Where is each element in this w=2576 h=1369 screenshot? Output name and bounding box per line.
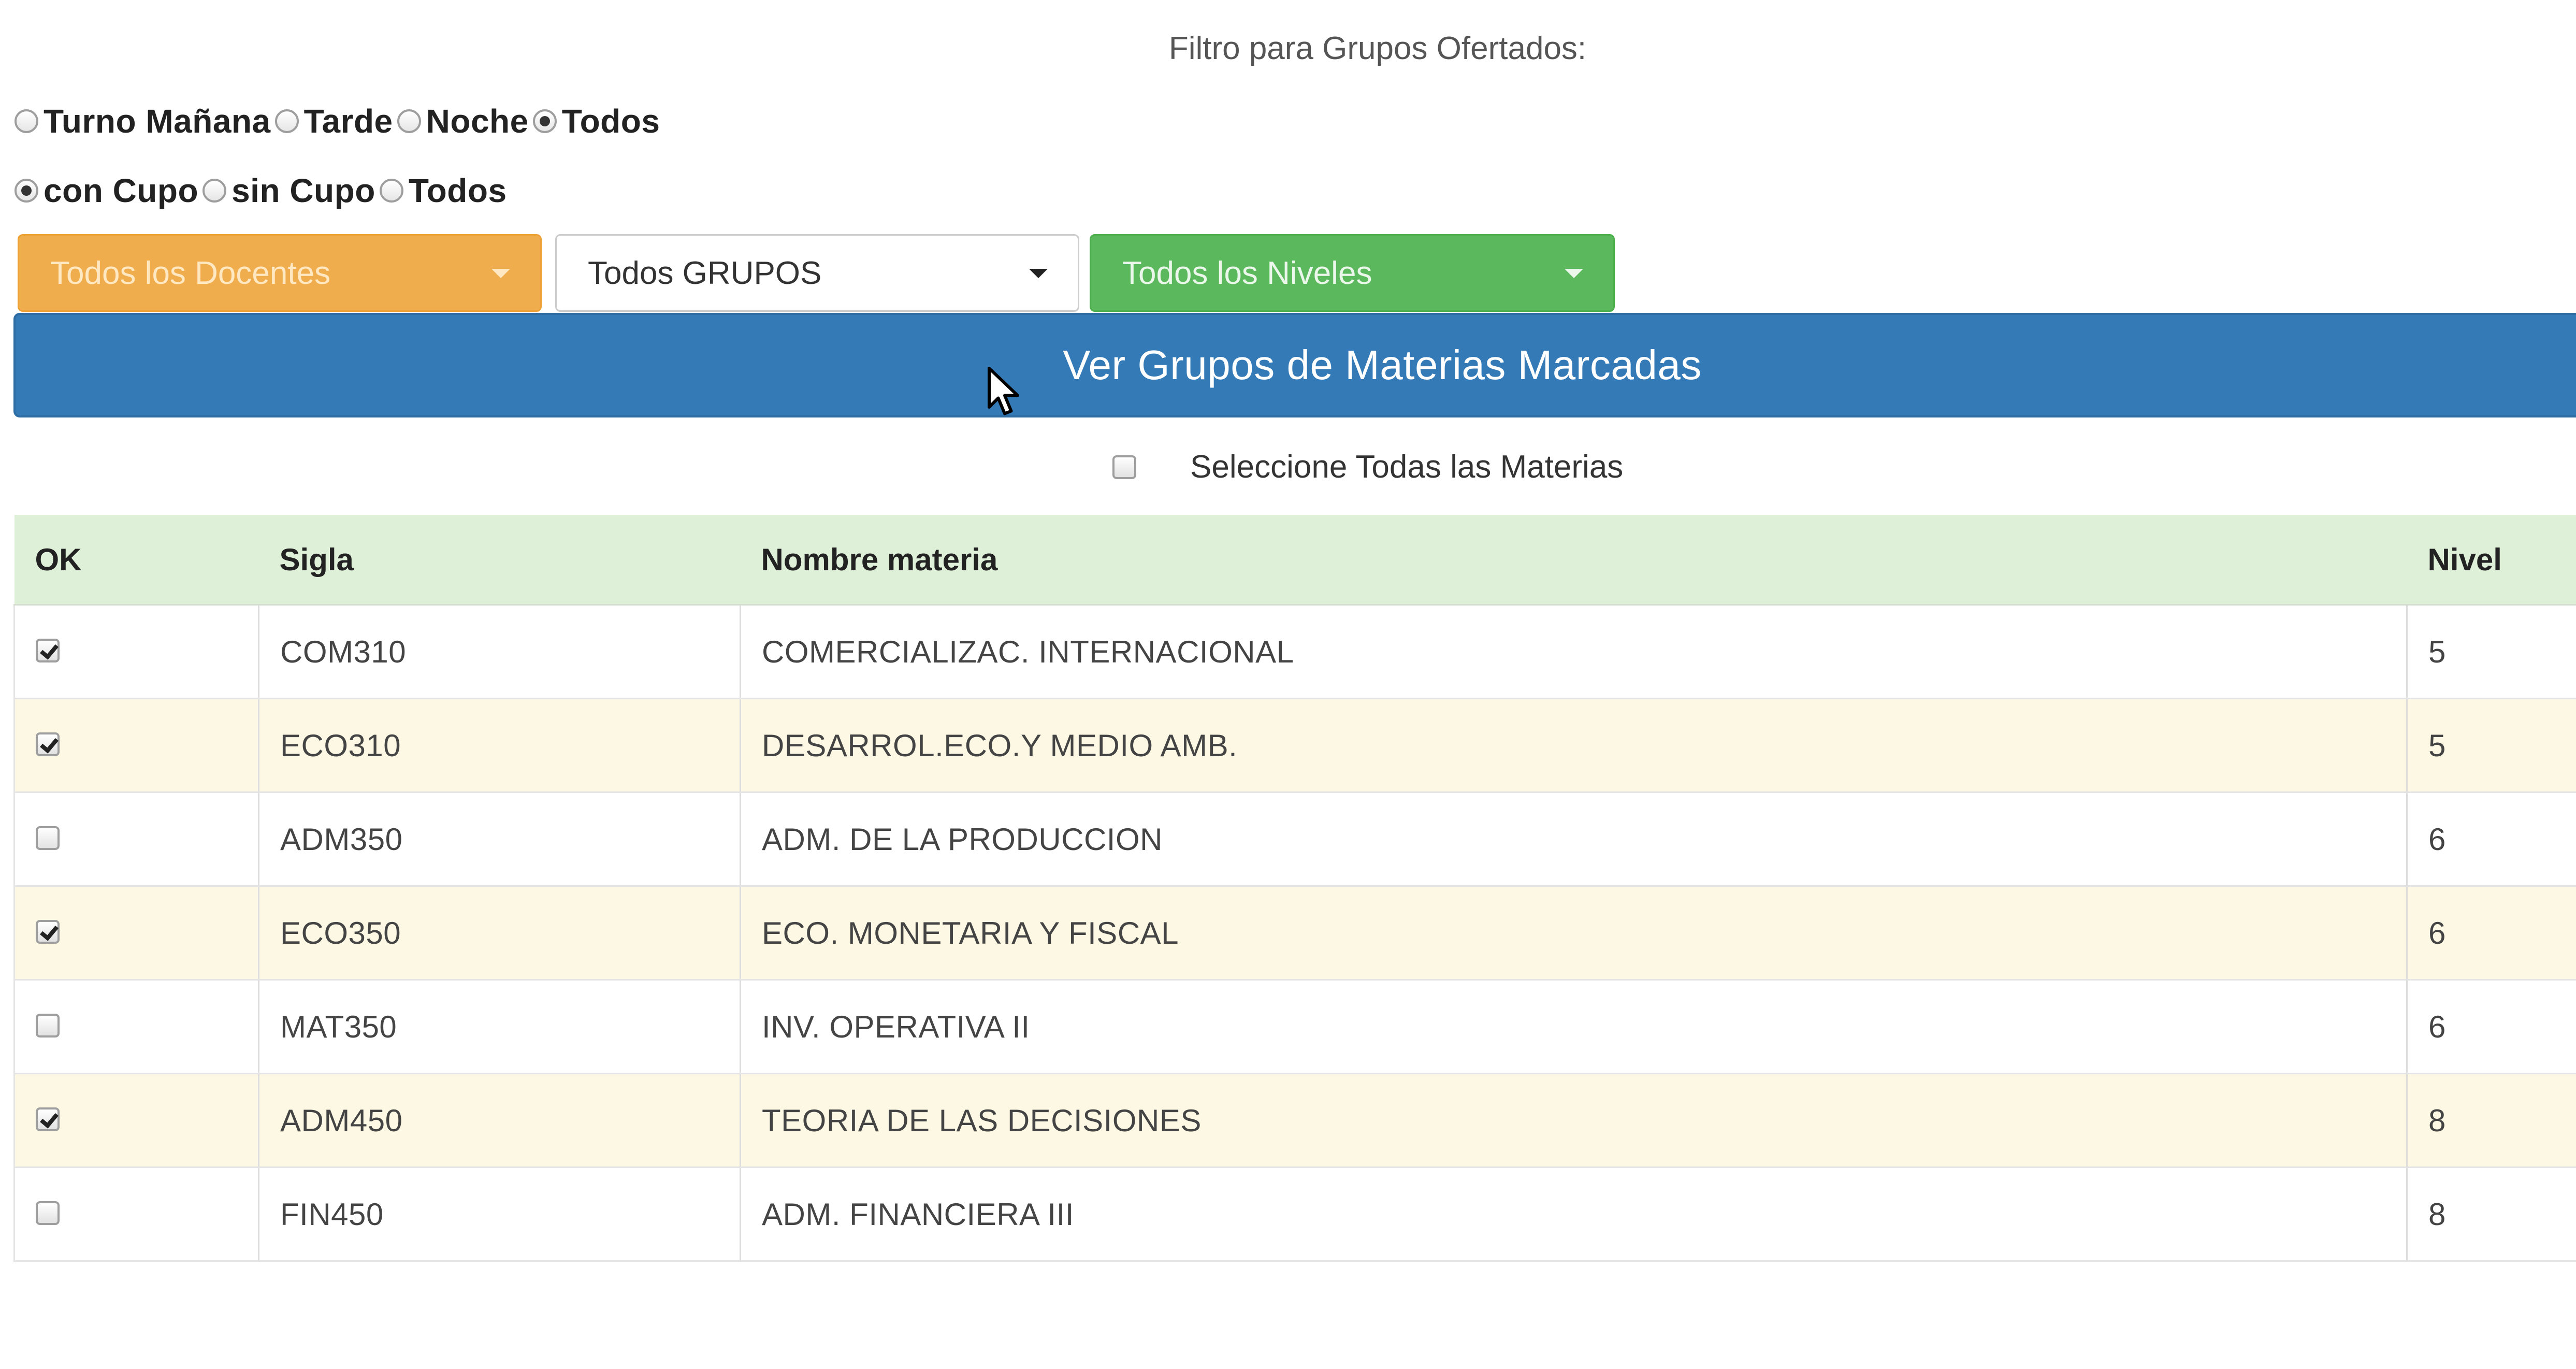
sigla-cell: ADM350 (258, 792, 741, 887)
row-checkbox[interactable] (36, 1201, 60, 1225)
radio-cupo-todos[interactable]: Todos (379, 171, 507, 210)
radio-turno-todos[interactable]: Todos (532, 102, 660, 140)
radio-label: sin Cupo (231, 172, 375, 209)
radio-label: Noche (426, 103, 529, 140)
sigla-cell: ECO350 (258, 886, 741, 981)
grupos-dropdown-label: Todos GRUPOS (588, 255, 822, 291)
radio-label: Todos (561, 103, 660, 140)
ok-cell (13, 604, 259, 699)
filter-title: Filtro para Grupos Ofertados: (1168, 31, 1587, 66)
materias-table: OK Sigla Nombre materia Nivel COM310 COM… (13, 515, 2576, 1262)
sigla-cell: FIN450 (258, 1167, 741, 1262)
turno-radio-group: Turno Mañana Tarde Noche Todos (15, 100, 664, 142)
niveles-dropdown[interactable]: Todos los Niveles (1090, 234, 1615, 312)
table-row: MAT350 INV. OPERATIVA II 6 (13, 979, 2576, 1074)
table-row: ADM350 ADM. DE LA PRODUCCION 6 (13, 792, 2576, 887)
row-checkbox[interactable] (36, 732, 60, 756)
grupos-dropdown[interactable]: Todos GRUPOS (555, 234, 1079, 312)
ok-cell (13, 979, 259, 1074)
nombre-cell: TEORIA DE LAS DECISIONES (740, 1073, 2408, 1168)
row-checkbox[interactable] (36, 1107, 60, 1131)
radio-button[interactable] (532, 109, 557, 133)
sigla-cell: ADM450 (258, 1073, 741, 1168)
radio-label: Tarde (303, 103, 393, 140)
radio-button[interactable] (397, 109, 421, 133)
radio-button[interactable] (379, 179, 403, 203)
ver-grupos-button-label: Ver Grupos de Materias Marcadas (1063, 342, 1702, 388)
nivel-cell: 6 (2407, 886, 2576, 981)
header-sigla[interactable]: Sigla (258, 515, 741, 606)
ok-cell (13, 1073, 259, 1168)
radio-turno-manana[interactable]: Turno Mañana (15, 102, 271, 140)
ok-cell (13, 698, 259, 793)
caret-down-icon (1565, 269, 1583, 278)
sigla-cell: COM310 (258, 604, 741, 699)
ok-cell (13, 792, 259, 887)
row-checkbox[interactable] (36, 638, 60, 662)
select-all-materias[interactable]: Seleccione Todas las Materias (1112, 449, 1623, 485)
radio-button[interactable] (202, 179, 227, 203)
header-nombre-materia[interactable]: Nombre materia (740, 515, 2407, 606)
ok-cell (13, 886, 259, 981)
radio-button[interactable] (15, 109, 38, 133)
docentes-dropdown[interactable]: Todos los Docentes (18, 234, 542, 312)
nombre-cell: COMERCIALIZAC. INTERNACIONAL (740, 604, 2408, 699)
table-header-row: OK Sigla Nombre materia Nivel (14, 515, 2576, 606)
radio-button[interactable] (15, 179, 38, 203)
table-row: ECO310 DESARROL.ECO.Y MEDIO AMB. 5 (13, 698, 2576, 793)
radio-con-cupo[interactable]: con Cupo (15, 171, 198, 210)
nombre-cell: ADM. DE LA PRODUCCION (740, 792, 2408, 887)
ver-grupos-button[interactable]: Ver Grupos de Materias Marcadas (13, 313, 2576, 417)
mouse-pointer-icon (988, 367, 1019, 415)
caret-down-icon (1029, 269, 1048, 278)
radio-tarde[interactable]: Tarde (274, 102, 393, 140)
nombre-cell: INV. OPERATIVA II (740, 979, 2408, 1074)
row-checkbox[interactable] (36, 826, 60, 850)
nivel-cell: 5 (2407, 698, 2576, 793)
table-row: ADM450 TEORIA DE LAS DECISIONES 8 (13, 1073, 2576, 1168)
nivel-cell: 6 (2407, 792, 2576, 887)
select-all-checkbox[interactable] (1112, 455, 1136, 479)
row-checkbox[interactable] (36, 1013, 60, 1037)
nivel-cell: 8 (2407, 1073, 2576, 1168)
niveles-dropdown-label: Todos los Niveles (1122, 255, 1372, 291)
nivel-cell: 6 (2407, 979, 2576, 1074)
nombre-cell: DESARROL.ECO.Y MEDIO AMB. (740, 698, 2408, 793)
docentes-dropdown-label: Todos los Docentes (50, 255, 331, 291)
header-nivel[interactable]: Nivel (2407, 515, 2576, 606)
row-checkbox[interactable] (36, 919, 60, 944)
radio-label: Todos (408, 172, 507, 209)
nombre-cell: ADM. FINANCIERA III (740, 1167, 2408, 1262)
sigla-cell: MAT350 (258, 979, 741, 1074)
select-all-label: Seleccione Todas las Materias (1190, 449, 1624, 485)
radio-label: con Cupo (44, 172, 199, 209)
table-row: ECO350 ECO. MONETARIA Y FISCAL 6 (13, 886, 2576, 981)
header-ok[interactable]: OK (14, 515, 259, 606)
table-row: COM310 COMERCIALIZAC. INTERNACIONAL 5 (13, 604, 2576, 699)
radio-noche[interactable]: Noche (397, 102, 529, 140)
table-row: FIN450 ADM. FINANCIERA III 8 (13, 1167, 2576, 1262)
nivel-cell: 8 (2407, 1167, 2576, 1262)
cupo-radio-group: con Cupo sin Cupo Todos (15, 170, 511, 211)
caret-down-icon (491, 269, 510, 278)
ok-cell (13, 1167, 259, 1262)
radio-button[interactable] (274, 109, 299, 133)
radio-sin-cupo[interactable]: sin Cupo (202, 171, 375, 210)
radio-label: Turno Mañana (44, 103, 271, 140)
nivel-cell: 5 (2407, 604, 2576, 699)
nombre-cell: ECO. MONETARIA Y FISCAL (740, 886, 2408, 981)
sigla-cell: ECO310 (258, 698, 741, 793)
